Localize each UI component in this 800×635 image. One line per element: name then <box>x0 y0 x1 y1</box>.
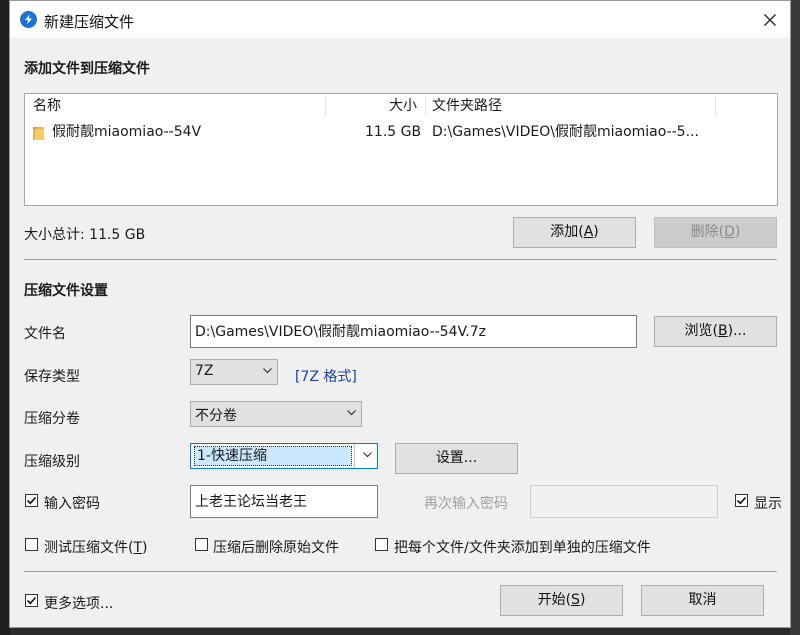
split-label: 压缩分卷 <box>24 411 80 427</box>
split-select[interactable]: 不分卷 <box>190 401 362 427</box>
hotkey-letter: T <box>133 540 143 556</box>
file-name-cell: 假耐靓miaomiao--54V <box>52 124 202 140</box>
column-header-name[interactable]: 名称 <box>33 94 61 118</box>
settings-section-title: 压缩文件设置 <box>24 283 108 299</box>
more-options-checkbox[interactable] <box>25 594 38 607</box>
more-options-label[interactable]: 更多选项... <box>44 593 113 613</box>
level-settings-button[interactable]: 设置... <box>395 443 518 474</box>
start-button[interactable]: 开始(S) <box>500 585 623 616</box>
add-button[interactable]: 添加(A) <box>513 217 636 248</box>
combo-divider <box>354 445 355 467</box>
divider <box>24 571 777 572</box>
browse-button[interactable]: 浏览(B)... <box>654 316 777 347</box>
checkmark-icon <box>26 496 37 505</box>
divider <box>24 259 777 260</box>
checkmark-icon <box>26 596 37 605</box>
filename-label: 文件名 <box>24 326 66 342</box>
new-archive-dialog: 新建压缩文件 添加文件到压缩文件 名称 大小 文件夹路径 假耐靓miaomiao… <box>9 0 791 628</box>
window-title: 新建压缩文件 <box>44 13 135 31</box>
test-archive-checkbox[interactable] <box>25 538 38 551</box>
test-archive-text: 测试压缩文件 <box>44 540 128 556</box>
hotkey-paren: ) <box>579 592 586 608</box>
show-password-checkbox[interactable] <box>735 494 748 507</box>
hotkey-paren: ) <box>593 224 599 240</box>
show-password-label-clip: 显示 <box>754 493 790 513</box>
column-header-size[interactable]: 大小 <box>389 94 417 118</box>
level-value: 1-快速压缩 <box>194 446 352 466</box>
level-select[interactable]: 1-快速压缩 <box>190 443 378 469</box>
delete-after-checkbox[interactable] <box>195 538 208 551</box>
app-logo-icon <box>20 11 37 28</box>
save-type-label: 保存类型 <box>24 369 80 385</box>
folder-icon <box>33 127 44 140</box>
dialog-body: 添加文件到压缩文件 名称 大小 文件夹路径 假耐靓miaomiao--54V 1… <box>10 38 790 627</box>
password-label[interactable]: 输入密码 <box>44 493 100 513</box>
hotkey-paren: ) <box>142 540 148 556</box>
hotkey-paren: )... <box>727 323 747 339</box>
file-size-cell: 11.5 GB <box>365 124 422 140</box>
checkmark-icon <box>736 496 747 505</box>
close-button[interactable] <box>752 5 788 35</box>
column-divider[interactable] <box>715 96 716 116</box>
file-list[interactable]: 名称 大小 文件夹路径 假耐靓miaomiao--54V 11.5 GB D:\… <box>24 93 778 206</box>
chevron-down-icon <box>363 452 372 458</box>
hotkey-letter: S <box>571 592 580 608</box>
column-divider[interactable] <box>425 96 426 116</box>
test-archive-label[interactable]: 测试压缩文件(T) <box>44 537 148 557</box>
password-input[interactable]: 上老王论坛当老王 <box>190 485 378 518</box>
title-bar[interactable]: 新建压缩文件 <box>10 1 790 38</box>
files-section-title: 添加文件到压缩文件 <box>24 61 150 77</box>
total-size-label: 大小总计: 11.5 GB <box>24 227 146 243</box>
hotkey-paren: ) <box>734 224 741 240</box>
delete-button[interactable]: 删除(D) <box>654 217 777 248</box>
repeat-password-label: 再次输入密码 <box>424 496 508 512</box>
column-header-path[interactable]: 文件夹路径 <box>432 94 502 118</box>
separate-archives-checkbox[interactable] <box>375 538 388 551</box>
separate-archives-label[interactable]: 把每个文件/文件夹添加到单独的压缩文件 <box>394 537 651 557</box>
chevron-down-icon <box>263 368 272 374</box>
format-link[interactable]: [7Z 格式] <box>295 366 357 386</box>
password-checkbox[interactable] <box>25 494 38 507</box>
start-button-label: 开始 <box>537 592 566 608</box>
delete-after-label[interactable]: 压缩后删除原始文件 <box>213 537 339 557</box>
browse-button-label: 浏览 <box>684 323 713 339</box>
repeat-password-input[interactable] <box>530 485 718 518</box>
cancel-button[interactable]: 取消 <box>641 585 764 616</box>
show-password-label[interactable]: 显示 <box>754 493 782 513</box>
filename-input[interactable]: D:\Games\VIDEO\假耐靓miaomiao--54V.7z <box>190 315 637 348</box>
hotkey-letter: D <box>724 224 735 240</box>
delete-button-label: 删除 <box>690 224 719 240</box>
chevron-down-icon <box>347 410 356 416</box>
save-type-select[interactable]: 7Z <box>190 359 278 385</box>
column-divider[interactable] <box>325 96 326 116</box>
close-icon <box>764 14 776 26</box>
background-right-strip <box>790 0 800 635</box>
hotkey-letter: A <box>583 224 594 240</box>
file-path-cell: D:\Games\VIDEO\假耐靓miaomiao--5... <box>432 124 699 140</box>
split-value: 不分卷 <box>195 408 237 424</box>
add-button-label: 添加 <box>550 224 579 240</box>
level-label: 压缩级别 <box>24 454 80 470</box>
file-list-header: 名称 大小 文件夹路径 <box>25 94 777 118</box>
file-list-row[interactable]: 假耐靓miaomiao--54V 11.5 GB D:\Games\VIDEO\… <box>25 121 777 145</box>
hotkey-letter: B <box>718 323 728 339</box>
save-type-value: 7Z <box>195 363 214 379</box>
